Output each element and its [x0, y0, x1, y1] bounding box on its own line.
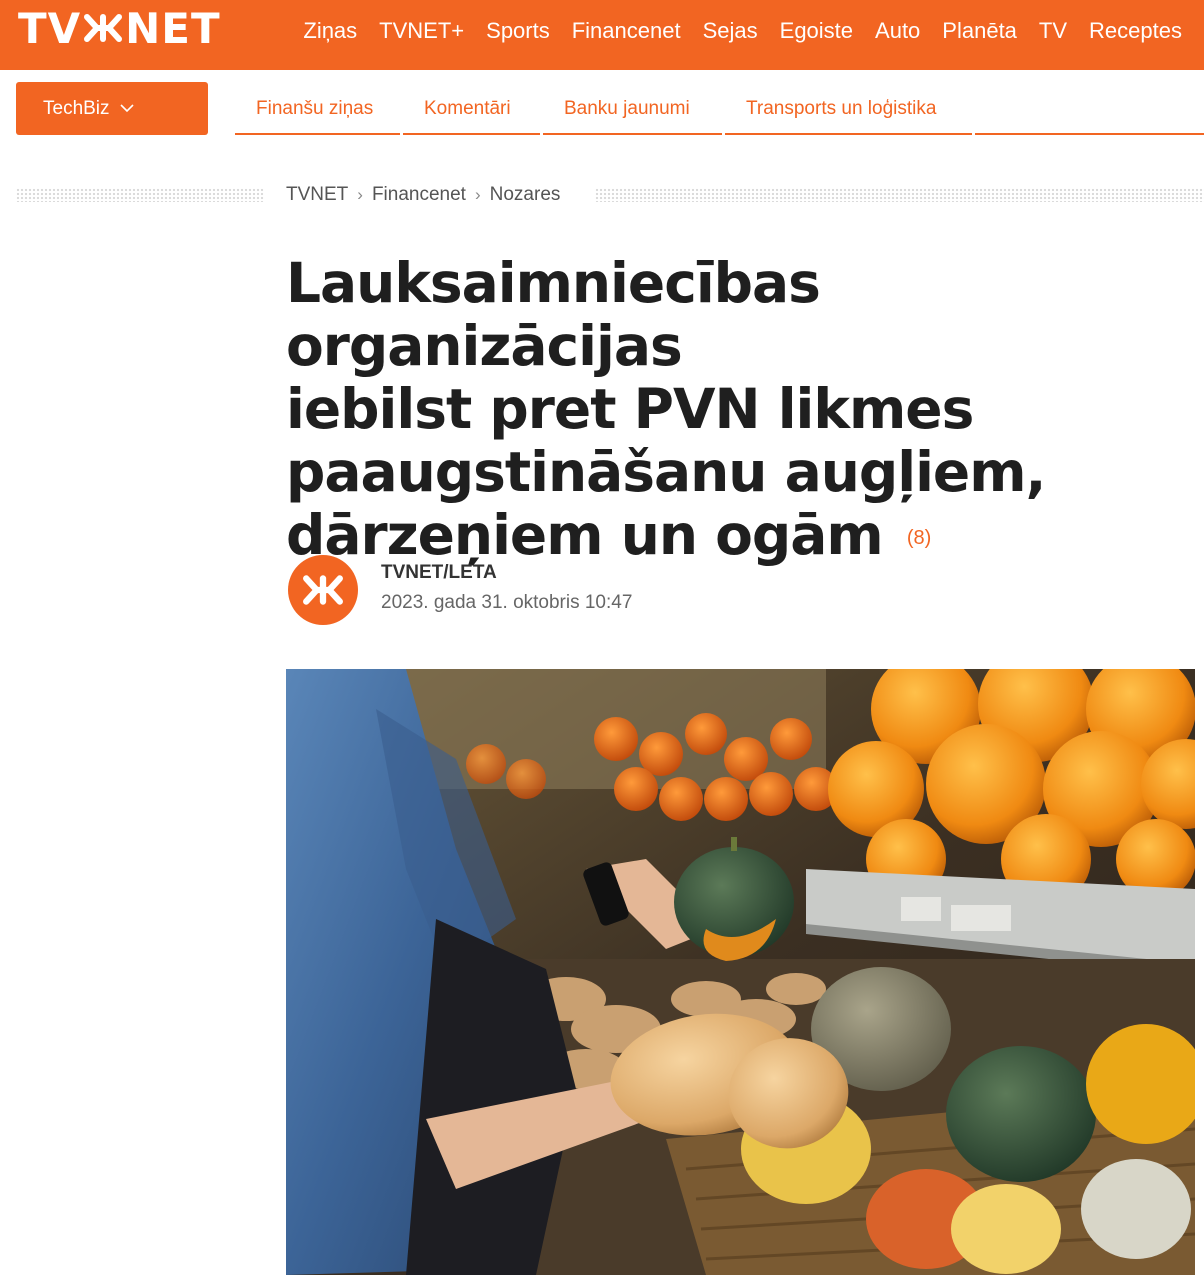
- breadcrumb: TVNET › Financenet › Nozares: [286, 184, 560, 206]
- breadcrumb-item-financenet[interactable]: Financenet: [372, 184, 466, 206]
- main-nav-item-tv[interactable]: TV: [1039, 18, 1067, 44]
- article-date: 2023. gada 31. oktobris 10:47: [381, 592, 633, 613]
- article-title-line: dārzeņiem un ogām: [286, 503, 884, 567]
- logo-text-tv: TV: [18, 3, 82, 53]
- hero-image-illustration: [286, 669, 1195, 1275]
- article-title-line: Lauksaimniecības organizācijas: [286, 251, 821, 378]
- sub-nav-label: Transports un loģistika: [746, 98, 937, 119]
- main-nav-item-zinas[interactable]: Ziņas: [303, 18, 357, 44]
- logo-mark-icon: [84, 14, 123, 42]
- main-nav-item-receptes[interactable]: Receptes: [1089, 18, 1182, 44]
- sub-nav-item-finansu-zinas[interactable]: Finanšu ziņas: [235, 82, 400, 135]
- author-avatar: [288, 555, 358, 625]
- site-logo[interactable]: TV NET: [18, 4, 221, 53]
- chevron-right-icon: ›: [357, 185, 363, 204]
- chevron-down-icon: [119, 104, 134, 113]
- decorative-dots-left: [16, 188, 264, 202]
- sub-nav-label: Banku jaunumi: [564, 98, 690, 119]
- sub-nav-label: Komentāri: [424, 98, 511, 119]
- main-nav-item-tvnet-plus[interactable]: TVNET+: [379, 18, 464, 44]
- main-nav-item-auto[interactable]: Auto: [875, 18, 920, 44]
- main-nav-item-egoiste[interactable]: Egoiste: [780, 18, 853, 44]
- comment-count-link[interactable]: (8): [907, 527, 931, 549]
- sub-nav-item-banku-jaunumi[interactable]: Banku jaunumi: [543, 82, 722, 135]
- main-nav-item-financenet[interactable]: Financenet: [572, 18, 681, 44]
- section-label: TechBiz: [43, 97, 110, 119]
- main-nav-item-sejas[interactable]: Sejas: [703, 18, 758, 44]
- article-author[interactable]: TVNET/LETA: [381, 562, 497, 584]
- sub-nav: Finanšu ziņas Komentāri Banku jaunumi Tr…: [235, 82, 1204, 137]
- breadcrumb-item-nozares[interactable]: Nozares: [490, 184, 561, 206]
- section-dropdown-button[interactable]: TechBiz: [16, 82, 208, 135]
- chevron-right-icon: ›: [474, 185, 481, 204]
- sub-nav-item-transports[interactable]: Transports un loģistika: [725, 82, 972, 135]
- article-title: Lauksaimniecības organizācijas iebilst p…: [286, 252, 1186, 570]
- decorative-dots-right: [595, 188, 1204, 202]
- logo-text-net: NET: [125, 3, 221, 53]
- breadcrumb-item-tvnet[interactable]: TVNET: [286, 184, 348, 206]
- main-nav-item-sports[interactable]: Sports: [486, 18, 550, 44]
- tvnet-mark-icon: [303, 575, 343, 605]
- sub-nav-item-komentari[interactable]: Komentāri: [403, 82, 540, 135]
- article-title-line: paaugstināšanu augļiem,: [286, 440, 1046, 504]
- article-hero-image: [286, 669, 1195, 1275]
- sub-nav-label: Finanšu ziņas: [256, 98, 374, 119]
- article-title-line: iebilst pret PVN likmes: [286, 377, 974, 441]
- sub-nav-underline-filler: [975, 82, 1204, 135]
- main-nav-item-planeta[interactable]: Planēta: [942, 18, 1017, 44]
- main-nav: Ziņas TVNET+ Sports Financenet Sejas Ego…: [303, 18, 1182, 44]
- top-bar: TV NET Ziņas TVNET+ Sports Financenet Se…: [0, 0, 1204, 70]
